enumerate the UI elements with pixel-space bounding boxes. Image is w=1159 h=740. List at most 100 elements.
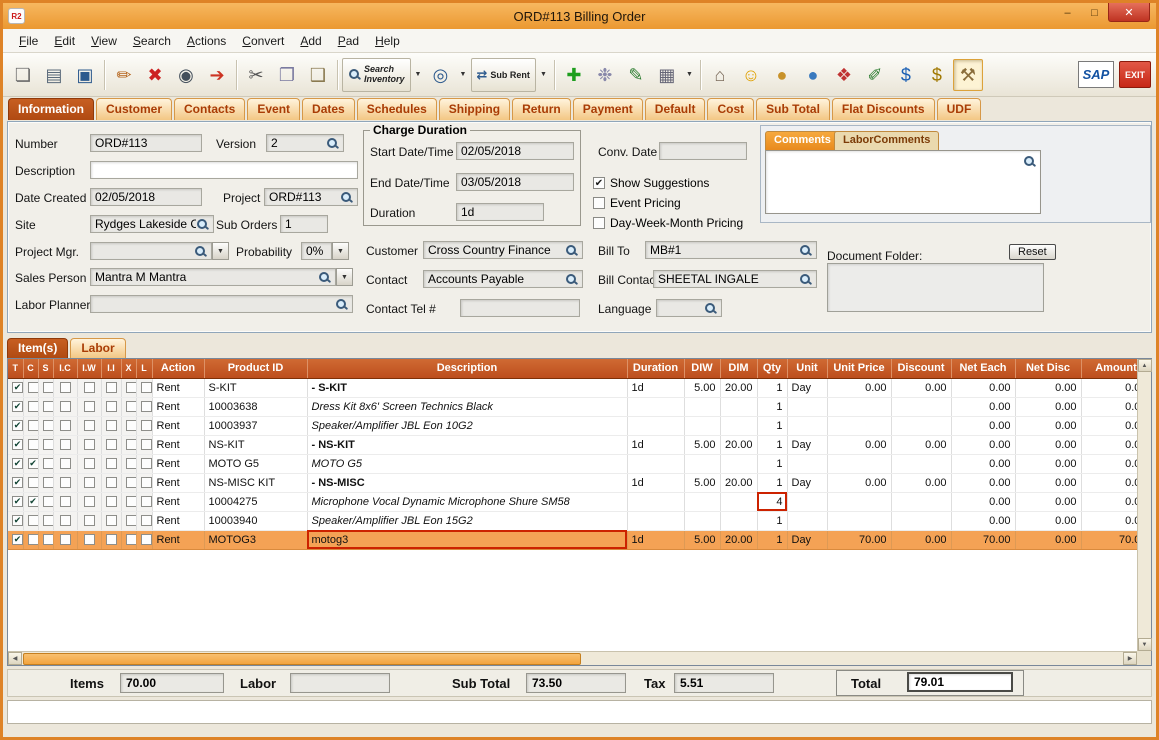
row-checkbox[interactable] (125, 439, 135, 451)
row-checkbox[interactable] (140, 534, 151, 546)
menu-edit[interactable]: Edit (46, 31, 83, 51)
row-checkbox[interactable] (125, 401, 135, 413)
cell-net-each[interactable]: 0.00 (951, 397, 1016, 417)
tab-contacts[interactable]: Contacts (174, 98, 246, 120)
row-check-cell[interactable] (101, 473, 122, 493)
search-inventory-dropdown-icon[interactable]: ▼ (412, 59, 425, 91)
cell-product-id[interactable]: 10003937 (204, 416, 308, 436)
column-header-qty[interactable]: Qty (757, 359, 788, 379)
tab-labor[interactable]: Labor (70, 338, 126, 358)
item-row-ns-misc-kit[interactable]: ✔ Rent NS-MISC KIT - NS-MISC 1d 5.00 20.00 1 Day… (8, 473, 1137, 493)
new-document-button[interactable]: ❏ (8, 59, 38, 91)
tab-udf[interactable]: UDF (936, 98, 982, 120)
tab-event[interactable]: Event (247, 98, 301, 120)
row-checkbox[interactable]: ✔ (12, 401, 22, 413)
cell-unit[interactable] (787, 492, 828, 512)
column-header-dim[interactable]: DIM (720, 359, 758, 379)
row-check-cell[interactable] (136, 435, 153, 455)
cell-unit[interactable] (787, 397, 828, 417)
row-checkbox[interactable] (59, 401, 71, 413)
row-check-cell[interactable]: ✔ (8, 378, 24, 398)
scroll-right-button[interactable]: ▶ (1123, 652, 1137, 665)
cell-net-disc[interactable]: 0.00 (1015, 378, 1082, 398)
row-checkbox[interactable]: ✔ (27, 496, 37, 508)
row-check-cell[interactable] (23, 530, 39, 550)
cell-net-disc[interactable]: 0.00 (1015, 397, 1082, 417)
cell-net-each[interactable]: 70.00 (951, 530, 1016, 550)
row-checkbox[interactable] (27, 420, 37, 432)
notes-edit-button[interactable]: ✎ (621, 59, 651, 91)
cell-unit-price[interactable]: 0.00 (827, 473, 892, 493)
row-checkbox[interactable] (140, 382, 151, 394)
checkbox-show-suggestions[interactable]: ✔ (593, 177, 605, 189)
row-checkbox[interactable]: ✔ (12, 477, 22, 489)
column-header-diw[interactable]: DIW (684, 359, 721, 379)
probability-dropdown[interactable]: ▼ (332, 242, 349, 260)
cell-unit[interactable] (787, 454, 828, 474)
cell-amount[interactable]: 0.00 (1081, 492, 1137, 512)
cell-qty[interactable]: 1 (757, 511, 788, 531)
cell-product-id[interactable]: 10003940 (204, 511, 308, 531)
end-date-field[interactable]: 03/05/2018 (456, 173, 574, 191)
cell-action[interactable]: Rent (152, 511, 205, 531)
save-button[interactable]: ▣ (70, 59, 100, 91)
row-checkbox[interactable] (27, 439, 37, 451)
row-check-cell[interactable] (121, 454, 137, 474)
menu-search[interactable]: Search (125, 31, 179, 51)
row-checkbox[interactable] (42, 515, 52, 527)
cell-amount[interactable]: 0.00 (1081, 454, 1137, 474)
cell-duration[interactable]: 1d (627, 530, 685, 550)
row-checkbox[interactable] (42, 534, 52, 546)
row-check-cell[interactable] (77, 454, 102, 474)
cell-amount[interactable]: 0.00 (1081, 378, 1137, 398)
cell-description[interactable]: MOTO G5 (307, 454, 628, 474)
row-checkbox[interactable] (59, 439, 71, 451)
cell-qty[interactable]: 1 (757, 530, 788, 550)
item-row-10003940[interactable]: ✔ Rent 10003940 Speaker/Amplifier JBL Eon 1… (8, 511, 1137, 531)
row-check-cell[interactable] (38, 378, 54, 398)
row-check-cell[interactable] (23, 397, 39, 417)
cell-discount[interactable]: 0.00 (891, 473, 952, 493)
print-button[interactable]: ▤ (39, 59, 69, 91)
menu-actions[interactable]: Actions (179, 31, 234, 51)
site-search-icon[interactable] (196, 218, 209, 231)
project-mgr-field[interactable] (90, 242, 212, 260)
row-check-cell[interactable] (38, 454, 54, 474)
site-field[interactable]: Rydges Lakeside C (90, 215, 214, 233)
copy-button[interactable]: ❐ (272, 59, 302, 91)
row-check-cell[interactable] (136, 511, 153, 531)
row-check-cell[interactable] (136, 454, 153, 474)
row-checkbox[interactable] (125, 382, 135, 394)
delete-button[interactable]: ✖ (140, 59, 170, 91)
row-check-cell[interactable] (121, 416, 137, 436)
checkbox-event-pricing[interactable] (593, 197, 605, 209)
row-checkbox[interactable] (27, 534, 37, 546)
cell-dim[interactable]: 20.00 (720, 378, 758, 398)
labor-planner-field[interactable] (90, 295, 353, 313)
sub-rent-button[interactable]: ⇄ Sub Rent (470, 57, 536, 92)
row-check-cell[interactable] (136, 530, 153, 550)
cell-description[interactable]: - NS-KIT (307, 435, 628, 455)
paste-button[interactable]: ❑ (303, 59, 333, 91)
tools-button[interactable]: ⚒ (952, 58, 983, 91)
cell-diw[interactable]: 5.00 (684, 378, 721, 398)
cell-unit[interactable]: Day (787, 378, 828, 398)
cell-unit-price[interactable]: 0.00 (827, 435, 892, 455)
cell-net-disc[interactable]: 0.00 (1015, 454, 1082, 474)
row-checkbox[interactable] (105, 401, 117, 413)
cell-net-each[interactable]: 0.00 (951, 454, 1016, 474)
row-checkbox[interactable]: ✔ (12, 534, 22, 546)
menu-help[interactable]: Help (367, 31, 408, 51)
cell-net-each[interactable]: 0.00 (951, 378, 1016, 398)
cell-product-id[interactable]: NS-KIT (204, 435, 308, 455)
row-check-cell[interactable] (101, 397, 122, 417)
row-checkbox[interactable] (42, 420, 52, 432)
cell-dim[interactable]: 20.00 (720, 473, 758, 493)
row-check-cell[interactable]: ✔ (8, 454, 24, 474)
row-checkbox[interactable] (83, 401, 95, 413)
bill-to-field[interactable]: MB#1 (645, 241, 817, 259)
item-row-10003638[interactable]: ✔ Rent 10003638 Dress Kit 8x6' Screen Techn… (8, 397, 1137, 417)
cell-qty[interactable]: 1 (757, 378, 788, 398)
comments-search-icon[interactable] (1023, 155, 1036, 168)
reset-button[interactable]: Reset (1009, 244, 1056, 260)
